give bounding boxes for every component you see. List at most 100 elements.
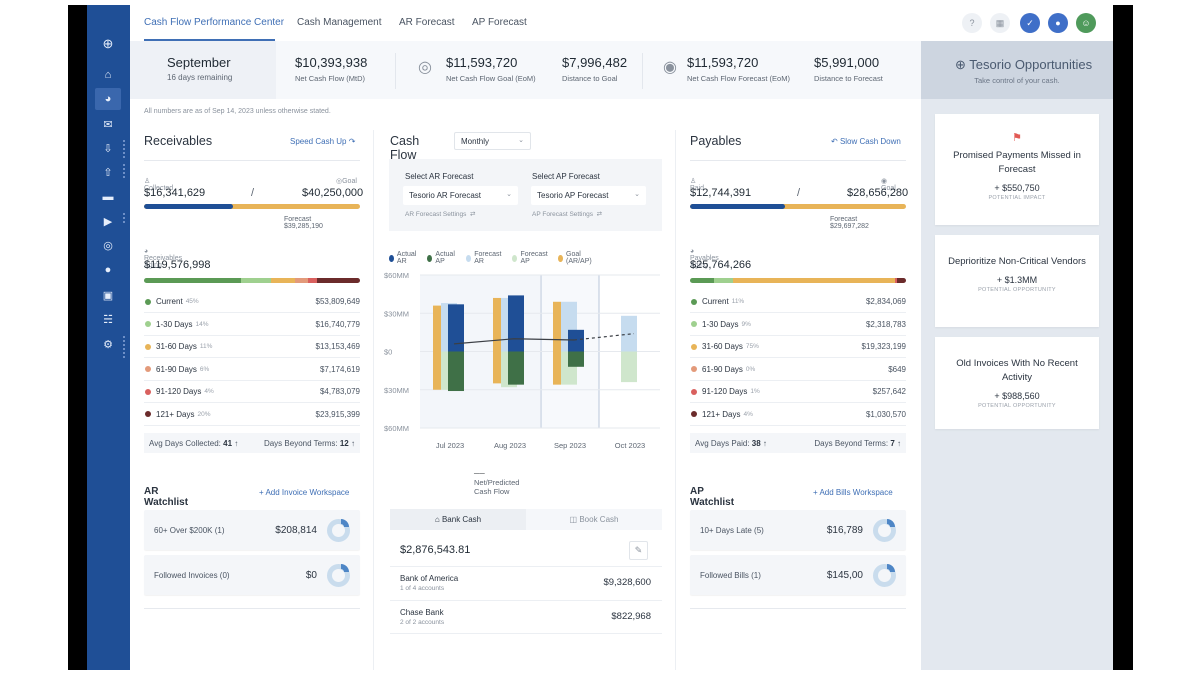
aging-total: $25,764,266	[690, 259, 752, 271]
aging-segment	[144, 278, 242, 283]
tab-book-cash[interactable]: ◫ Book Cash	[526, 509, 662, 530]
stat-label: Days Beyond Terms:	[263, 438, 338, 448]
aging-bar	[144, 278, 360, 283]
card-icon[interactable]: ▬	[95, 186, 121, 208]
aging-row[interactable]: 31-60 Days 11% $13,153,469	[144, 336, 360, 358]
logo-icon[interactable]: ⊕	[95, 33, 121, 55]
aging-bucket: 1-30 Days	[702, 319, 739, 329]
aging-row[interactable]: 61-90 Days 6% $7,174,619	[144, 359, 360, 381]
aging-percent: 45%	[185, 298, 199, 305]
target-icon[interactable]: ◎	[95, 234, 121, 256]
stat-value: 7	[890, 438, 895, 448]
slow-cash-down-link[interactable]: ↶ Slow Cash Down	[831, 137, 901, 146]
y-tick-label: $0	[384, 348, 392, 357]
collected-progress-bar	[144, 204, 360, 209]
settings-icon[interactable]: ⚙	[95, 333, 121, 355]
payables-icon[interactable]: ⇧	[95, 161, 121, 183]
watchlist-value: $16,789	[826, 524, 863, 536]
bank-row[interactable]: Bank of America 1 of 4 accounts $9,328,6…	[390, 566, 662, 600]
flag-icon: ⚑	[1012, 132, 1022, 144]
ar-forecast-select[interactable]: Tesorio AR Forecast ⌄	[403, 186, 518, 205]
watchlist-item[interactable]: 60+ Over $200K (1) $208,814	[144, 510, 360, 550]
aging-percent: 4%	[743, 410, 753, 418]
expand-dots[interactable]	[123, 164, 125, 178]
aging-row[interactable]: Current 11% $2,834,069	[690, 291, 906, 313]
watchlist-name: Followed Invoices (0)	[154, 570, 230, 580]
profile-button[interactable]: ☺	[1076, 13, 1096, 33]
home-icon[interactable]: ⌂	[95, 64, 121, 86]
bar-goal-ar	[433, 305, 441, 352]
days-beyond-terms: Days Beyond Terms: 7 ↑	[814, 439, 901, 448]
legend-item[interactable]: Goal (AR/AP)	[558, 251, 594, 265]
bank-row[interactable]: Chase Bank 2 of 2 accounts $822,968	[390, 600, 662, 634]
add-bills-workspace-button[interactable]: + Add Bills Workspace	[813, 488, 893, 497]
ap-forecast-settings-link[interactable]: AP Forecast Settings ⇄	[532, 210, 602, 218]
dashboard-icon[interactable]: ◕	[95, 88, 121, 110]
aging-row[interactable]: 1-30 Days 9% $2,318,783	[690, 314, 906, 336]
tab-ap-forecast[interactable]: AP Forecast	[472, 17, 527, 28]
aging-row[interactable]: 91-120 Days 1% $257,642	[690, 381, 906, 403]
legend-label: Forecast AR	[474, 251, 502, 265]
inbox-icon[interactable]: ✉	[95, 113, 121, 135]
kpi-value: $7,996,482	[562, 55, 628, 70]
opportunity-card[interactable]: Old Invoices With No Recent Activity + $…	[935, 337, 1099, 429]
legend-item[interactable]: Forecast AP	[512, 251, 549, 265]
notifications-button[interactable]: ●	[1048, 13, 1068, 33]
aging-color-dot	[145, 321, 151, 327]
tab-bank-cash[interactable]: ⌂ Bank Cash	[390, 509, 526, 530]
aging-row[interactable]: 61-90 Days 0% $649	[690, 359, 906, 381]
tab-ar-forecast[interactable]: AR Forecast	[399, 17, 455, 28]
speed-cash-up-link[interactable]: Speed Cash Up ↷	[290, 137, 355, 146]
tasks-button[interactable]: ✓	[1020, 13, 1040, 33]
expand-dots[interactable]	[123, 213, 125, 223]
kpi-distance-to-forecast: $5,991,000 Distance to Forecast	[814, 55, 883, 83]
ap-forecast-select[interactable]: Tesorio AP Forecast ⌄	[531, 186, 646, 205]
ar-forecast-settings-link[interactable]: AR Forecast Settings ⇄	[405, 210, 476, 218]
apps-button[interactable]: ▦	[990, 13, 1010, 33]
help-button[interactable]: ?	[962, 13, 982, 33]
aging-value: $23,915,399	[315, 409, 361, 419]
period-select[interactable]: Monthly ⌄	[454, 132, 531, 150]
legend-item[interactable]: Actual AR	[389, 251, 418, 265]
edit-button[interactable]: ✎	[629, 541, 648, 560]
aging-row[interactable]: Current 45% $53,809,649	[144, 291, 360, 313]
tab-cash-management[interactable]: Cash Management	[297, 17, 382, 28]
insight-icon[interactable]: ●	[95, 259, 121, 281]
legend-item[interactable]: Actual AP	[427, 251, 456, 265]
opportunities-title: ⊕ Tesorio Opportunities	[955, 57, 1092, 73]
stat-value: 41	[223, 438, 233, 448]
divider	[144, 160, 360, 161]
receivables-icon[interactable]: ⇩	[95, 137, 121, 159]
expand-dots[interactable]	[123, 140, 125, 158]
watchlist-item[interactable]: 10+ Days Late (5) $16,789	[690, 510, 906, 550]
aging-segment	[713, 278, 734, 283]
bank-accounts: 2 of 2 accounts	[400, 619, 445, 626]
tab-cash-flow-performance-center[interactable]: Cash Flow Performance Center	[144, 17, 284, 28]
legend-item[interactable]: Forecast AR	[465, 251, 503, 265]
expand-dots[interactable]	[123, 336, 125, 358]
opportunity-card[interactable]: ⚑ Promised Payments Missed in Forecast +…	[935, 114, 1099, 225]
campaign-icon[interactable]: ▶	[95, 210, 121, 232]
x-tick-label: Oct 2023	[615, 441, 645, 450]
pencil-icon: ✎	[634, 545, 643, 555]
aging-row[interactable]: 121+ Days 4% $1,030,570	[690, 404, 906, 426]
opportunity-card[interactable]: Deprioritize Non-Critical Vendors + $1.3…	[935, 235, 1099, 327]
watchlist-item[interactable]: Followed Invoices (0) $0	[144, 555, 360, 595]
bank-icon[interactable]: ☵	[95, 308, 121, 330]
stat-label: Avg Days Collected:	[149, 438, 221, 448]
aging-total: $119,576,998	[144, 259, 211, 271]
watchlist-item[interactable]: Followed Bills (1) $145,00	[690, 555, 906, 595]
add-invoice-workspace-button[interactable]: + Add Invoice Workspace	[259, 488, 349, 497]
sliders-icon: ⇄	[470, 211, 476, 218]
reconcile-icon[interactable]: ▣	[95, 284, 121, 306]
undo-icon: ↶	[831, 137, 838, 146]
payables-title: Payables	[690, 134, 742, 148]
aging-row[interactable]: 31-60 Days 75% $19,323,199	[690, 336, 906, 358]
aging-segment	[271, 278, 296, 283]
aging-row[interactable]: 91-120 Days 4% $4,783,079	[144, 381, 360, 403]
opportunities-panel: ⊕ Tesorio Opportunities Take control of …	[921, 41, 1113, 670]
aging-row[interactable]: 1-30 Days 14% $16,740,779	[144, 314, 360, 336]
aging-value: $2,318,783	[865, 319, 906, 329]
aging-value: $16,740,779	[315, 319, 361, 329]
aging-row[interactable]: 121+ Days 20% $23,915,399	[144, 404, 360, 426]
